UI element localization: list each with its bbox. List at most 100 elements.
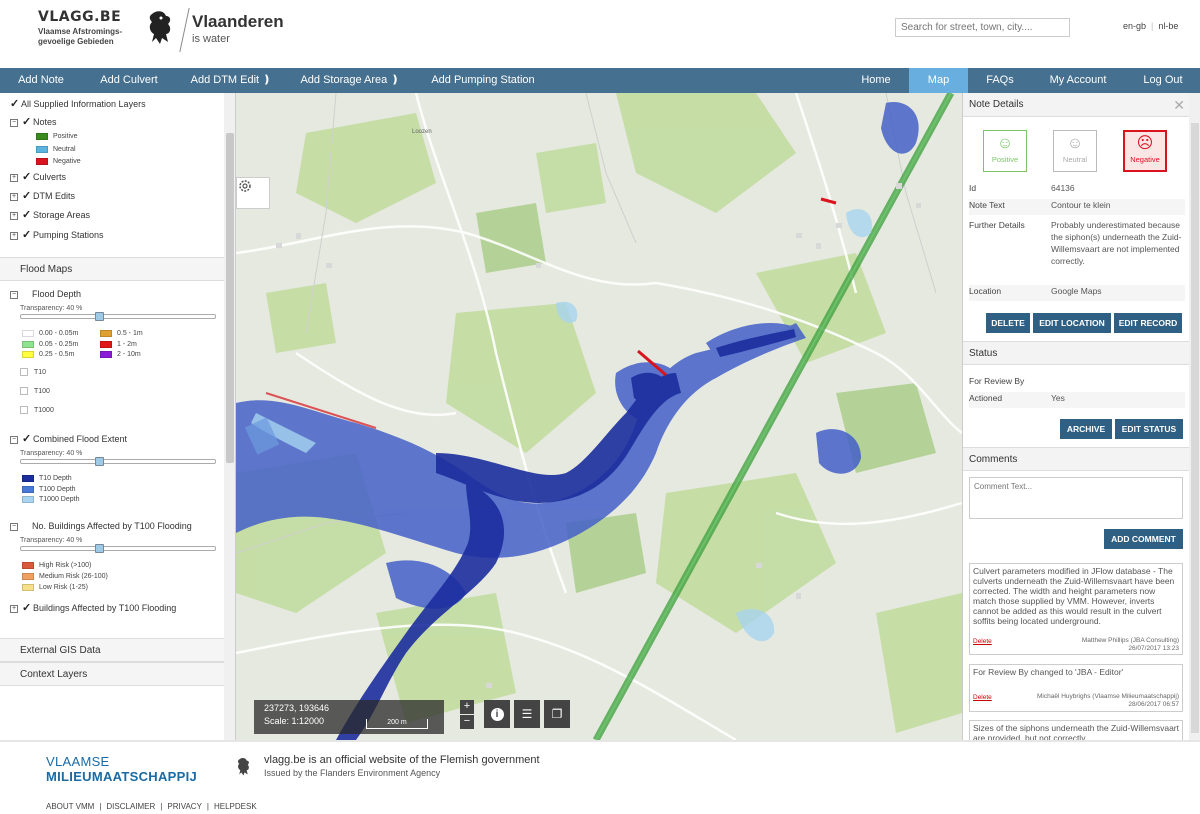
nav-faqs[interactable]: FAQs	[980, 68, 1020, 93]
zoom-out-button[interactable]: −	[460, 715, 474, 729]
flood-map-view[interactable]: Loozen 237273, 193646 Scale: 1:12000 200…	[236, 93, 962, 740]
combined-legend-item: T100 Depth	[22, 485, 76, 495]
comment-delete-link[interactable]: Delete	[973, 637, 992, 647]
footer-link-privacy[interactable]: PRIVACY	[167, 802, 202, 811]
comment-item: For Review By changed to 'JBA - Editor' …	[969, 664, 1183, 712]
layer-label: Notes	[33, 117, 57, 127]
layer-combined-flood-extent[interactable]: − ✓ Combined Flood Extent	[10, 432, 127, 446]
layer-flood-depth[interactable]: − Flood Depth	[10, 287, 81, 301]
footer-link-disclaimer[interactable]: DISCLAIMER	[106, 802, 155, 811]
vmm-logo[interactable]: VLAAMSE MILIEUMAATSCHAPPIJ	[46, 754, 197, 784]
collapse-icon[interactable]: −	[10, 118, 18, 127]
layer-dtm-edits[interactable]: + ✓ DTM Edits	[10, 189, 75, 203]
legend-label: Low Risk (1-25)	[39, 584, 89, 591]
nav-log-out[interactable]: Log Out	[1136, 68, 1190, 93]
slider-handle[interactable]	[95, 457, 104, 466]
nav-my-account[interactable]: My Account	[1044, 68, 1112, 93]
delete-note-button[interactable]: DELETE	[986, 313, 1030, 333]
collapse-icon[interactable]: −	[10, 522, 18, 531]
sentiment-neutral-button[interactable]: ☺ Neutral	[1053, 130, 1097, 172]
nav-map[interactable]: Map	[909, 68, 968, 93]
comment-text-input[interactable]	[969, 477, 1183, 519]
checkmark-icon: ✓	[22, 433, 32, 445]
scrollbar-thumb[interactable]	[226, 133, 234, 463]
nav-home[interactable]: Home	[852, 68, 900, 93]
legend-swatch	[22, 340, 34, 348]
legend-swatch	[22, 572, 34, 580]
edit-location-button[interactable]: EDIT LOCATION	[1033, 313, 1111, 333]
edit-record-button[interactable]: EDIT RECORD	[1114, 313, 1182, 333]
panel-scrollbar[interactable]	[1189, 93, 1200, 740]
sentiment-positive-button[interactable]: ☺ Positive	[983, 130, 1027, 172]
legend-label: Medium Risk (26-100)	[39, 573, 108, 580]
risk-legend-item: Medium Risk (26-100)	[22, 572, 108, 582]
archive-button[interactable]: ARCHIVE	[1060, 419, 1112, 439]
legend-swatch	[100, 350, 112, 358]
zoom-in-button[interactable]: +	[460, 700, 474, 714]
map-settings-button[interactable]	[236, 177, 270, 209]
lang-nl-link[interactable]: nl-be	[1158, 21, 1178, 31]
layer-pumping-stations[interactable]: + ✓ Pumping Stations	[10, 228, 104, 242]
expand-icon[interactable]: +	[10, 604, 18, 613]
legend-swatch	[22, 485, 34, 493]
flood-depth-transparency-slider[interactable]	[20, 312, 216, 321]
google-maps-link[interactable]: Google Maps	[1051, 285, 1185, 297]
return-period-t100[interactable]: T100	[20, 387, 50, 397]
buildings-transparency-slider[interactable]	[20, 544, 216, 553]
legend-swatch	[22, 350, 34, 358]
add-comment-button[interactable]: ADD COMMENT	[1104, 529, 1183, 549]
section-external-gis[interactable]: External GIS Data	[0, 638, 224, 662]
layer-label: All Supplied Information Layers	[21, 99, 146, 109]
layer-all-supplied[interactable]: ✓ All Supplied Information Layers	[10, 97, 146, 111]
legend-swatch	[36, 157, 48, 165]
vlagg-brand[interactable]: VLAGG.BE Vlaamse Afstromings- gevoelige …	[38, 10, 122, 47]
checkbox[interactable]	[20, 387, 28, 396]
lang-en-link[interactable]: en-gb	[1123, 21, 1146, 31]
footer-link-about[interactable]: ABOUT VMM	[46, 802, 94, 811]
return-period-t1000[interactable]: T1000	[20, 406, 54, 416]
comment-date: 28/06/2017 06:57	[1128, 701, 1179, 708]
nav-add-storage-area[interactable]: Add Storage Area ❫	[296, 68, 404, 93]
nav-add-pumping-station[interactable]: Add Pumping Station	[424, 68, 542, 93]
section-flood-maps[interactable]: Flood Maps	[0, 257, 224, 281]
layer-buildings-affected[interactable]: + ✓ Buildings Affected by T100 Flooding	[10, 601, 176, 615]
expand-icon[interactable]: +	[10, 211, 18, 220]
layer-culverts[interactable]: + ✓ Culverts	[10, 170, 66, 184]
footer-link-helpdesk[interactable]: HELPDESK	[214, 802, 257, 811]
nav-add-dtm-edit[interactable]: Add DTM Edit ❫	[186, 68, 276, 93]
nav-add-culvert[interactable]: Add Culvert	[94, 68, 164, 93]
expand-icon[interactable]: +	[10, 231, 18, 240]
section-context-layers[interactable]: Context Layers	[0, 662, 224, 686]
layer-storage-areas[interactable]: + ✓ Storage Areas	[10, 208, 90, 222]
layers-menu-button[interactable]: ☰	[514, 700, 540, 728]
slider-handle[interactable]	[95, 544, 104, 553]
checkbox[interactable]	[20, 406, 28, 415]
return-period-t10[interactable]: T10	[20, 368, 46, 378]
checkbox[interactable]	[20, 368, 28, 377]
sentiment-negative-button[interactable]: ☹ Negative	[1123, 130, 1167, 172]
collapse-icon[interactable]: −	[10, 290, 18, 299]
comment-author: Michaël Huybrighs (Vlaamse Milieumaatsch…	[1037, 693, 1179, 700]
layer-no-buildings-affected[interactable]: − No. Buildings Affected by T100 Flooding	[10, 519, 192, 533]
expand-icon[interactable]: +	[10, 192, 18, 201]
expand-icon[interactable]: +	[10, 173, 18, 182]
legend-label: Negative	[53, 158, 81, 165]
layer-notes[interactable]: − ✓ Notes	[10, 115, 57, 129]
close-icon[interactable]: ✕	[1173, 93, 1185, 117]
scrollbar-thumb[interactable]	[1191, 123, 1199, 733]
comment-delete-link[interactable]: Delete	[973, 693, 992, 703]
info-button[interactable]: i	[484, 700, 510, 728]
copy-button[interactable]: ❐	[544, 700, 570, 728]
comment-text: Sizes of the siphons underneath the Zuid…	[973, 723, 1179, 740]
vmm-logo-line-2: MILIEUMAATSCHAPPIJ	[46, 769, 198, 784]
edit-status-button[interactable]: EDIT STATUS	[1115, 419, 1183, 439]
checkmark-icon: ✓	[22, 602, 32, 614]
sidebar-scrollbar[interactable]	[224, 93, 235, 740]
slider-handle[interactable]	[95, 312, 104, 321]
combined-transparency-slider[interactable]	[20, 457, 216, 466]
nav-add-note[interactable]: Add Note	[8, 68, 74, 93]
collapse-icon[interactable]: −	[10, 435, 18, 444]
vlaanderen-logo[interactable]: Vlaanderen is water	[146, 8, 296, 52]
location-search-input[interactable]	[895, 18, 1070, 37]
depth-legend-item: 2 - 10m	[100, 350, 141, 360]
